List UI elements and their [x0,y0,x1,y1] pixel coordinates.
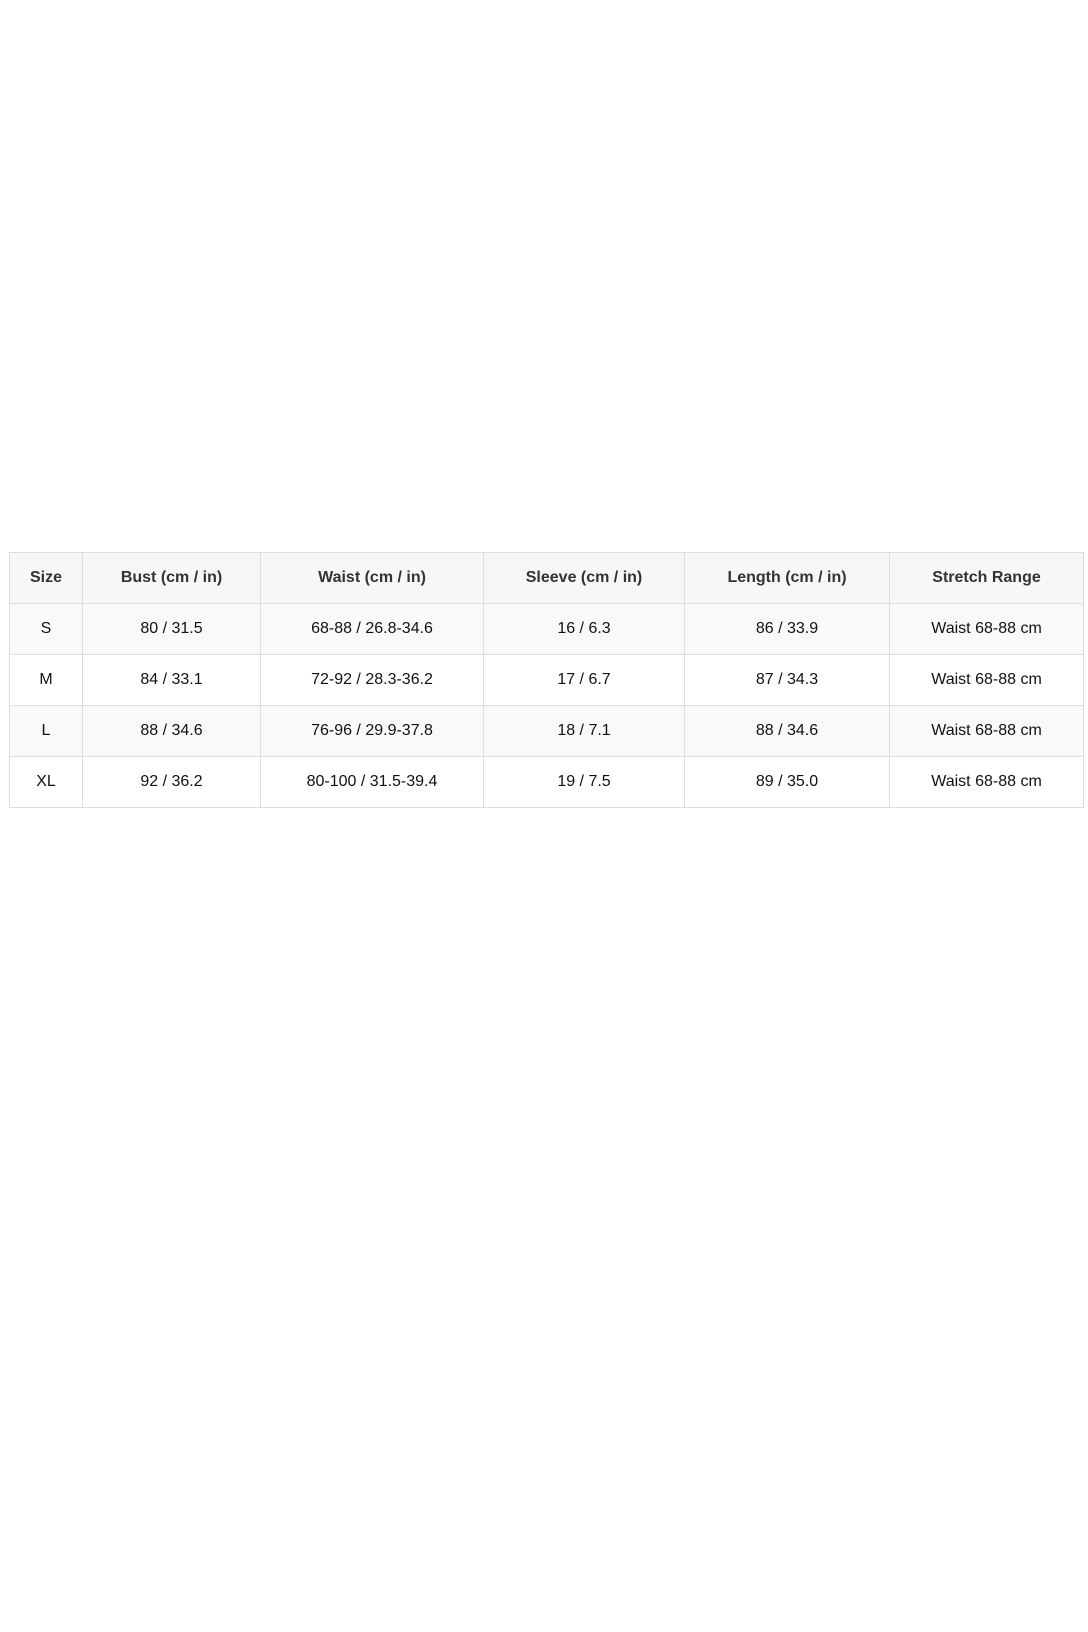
table-row: XL 92 / 36.2 80-100 / 31.5-39.4 19 / 7.5… [9,756,1084,808]
cell-stretch-range: Waist 68-88 cm [889,705,1084,757]
cell-stretch-range: Waist 68-88 cm [889,756,1084,808]
cell-size: XL [9,756,83,808]
cell-stretch-range: Waist 68-88 cm [889,603,1084,655]
cell-waist: 68-88 / 26.8-34.6 [260,603,484,655]
cell-sleeve: 19 / 7.5 [483,756,685,808]
table-header: Size Bust (cm / in) Waist (cm / in) Slee… [9,552,1084,604]
cell-size: M [9,654,83,706]
size-chart: Size Bust (cm / in) Waist (cm / in) Slee… [9,552,1084,808]
header-row: Size Bust (cm / in) Waist (cm / in) Slee… [9,552,1084,604]
size-chart-table: Size Bust (cm / in) Waist (cm / in) Slee… [9,552,1084,808]
cell-stretch-range: Waist 68-88 cm [889,654,1084,706]
cell-length: 87 / 34.3 [684,654,890,706]
cell-bust: 92 / 36.2 [82,756,261,808]
cell-bust: 84 / 33.1 [82,654,261,706]
cell-size: L [9,705,83,757]
header-waist: Waist (cm / in) [260,552,484,604]
header-sleeve: Sleeve (cm / in) [483,552,685,604]
cell-waist: 76-96 / 29.9-37.8 [260,705,484,757]
header-length: Length (cm / in) [684,552,890,604]
table-row: L 88 / 34.6 76-96 / 29.9-37.8 18 / 7.1 8… [9,705,1084,757]
header-size: Size [9,552,83,604]
cell-length: 89 / 35.0 [684,756,890,808]
cell-sleeve: 18 / 7.1 [483,705,685,757]
cell-length: 86 / 33.9 [684,603,890,655]
cell-size: S [9,603,83,655]
header-stretch-range: Stretch Range [889,552,1084,604]
cell-waist: 72-92 / 28.3-36.2 [260,654,484,706]
cell-sleeve: 17 / 6.7 [483,654,685,706]
table-body: S 80 / 31.5 68-88 / 26.8-34.6 16 / 6.3 8… [9,603,1084,808]
cell-sleeve: 16 / 6.3 [483,603,685,655]
cell-bust: 88 / 34.6 [82,705,261,757]
cell-bust: 80 / 31.5 [82,603,261,655]
table-row: M 84 / 33.1 72-92 / 28.3-36.2 17 / 6.7 8… [9,654,1084,706]
table-row: S 80 / 31.5 68-88 / 26.8-34.6 16 / 6.3 8… [9,603,1084,655]
cell-length: 88 / 34.6 [684,705,890,757]
cell-waist: 80-100 / 31.5-39.4 [260,756,484,808]
header-bust: Bust (cm / in) [82,552,261,604]
